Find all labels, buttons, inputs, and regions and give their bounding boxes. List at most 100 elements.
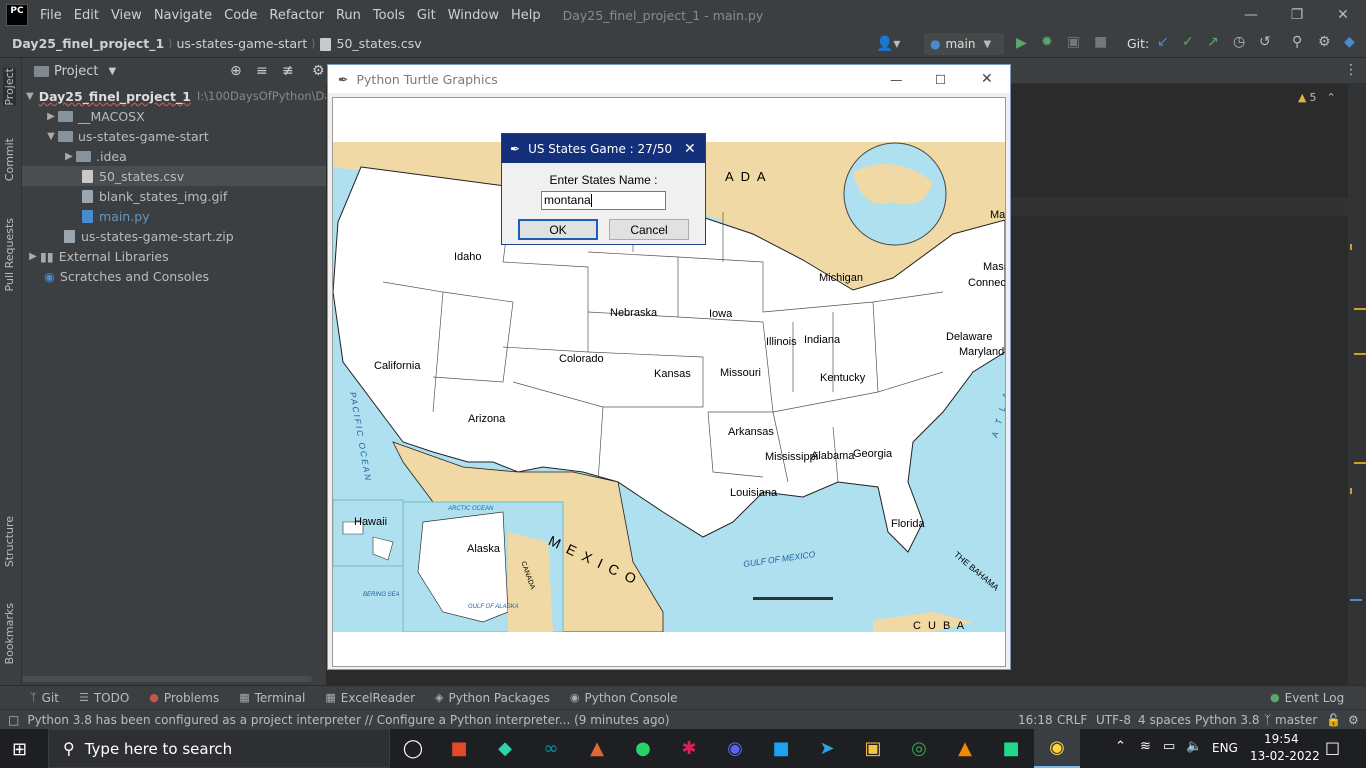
tree-item-blank-states-img[interactable]: blank_states_img.gif — [22, 186, 326, 206]
menu-view[interactable]: View — [105, 8, 148, 23]
tree-item-main-py[interactable]: main.py — [22, 206, 326, 226]
tab-terminal[interactable]: ▦ Terminal — [229, 691, 315, 705]
task-view-icon[interactable]: ◯ — [390, 729, 436, 768]
state-name-input[interactable]: montana — [541, 191, 666, 210]
battery-icon[interactable]: ▭ — [1163, 739, 1175, 754]
volume-icon[interactable]: 🔈 — [1186, 739, 1202, 754]
menu-refactor[interactable]: Refactor — [263, 8, 330, 23]
windows-start-icon[interactable]: ⊞ — [12, 739, 27, 760]
tree-item-scratches[interactable]: ◉ Scratches and Consoles — [22, 266, 326, 286]
warnings-indicator[interactable]: ▲ 5 ⌃ ⌄ — [1298, 91, 1355, 104]
python-taskbar-icon[interactable]: ◉ — [1034, 729, 1080, 768]
tree-item-external-libraries[interactable]: ▶ ▮▮ External Libraries — [22, 246, 326, 266]
chevron-right-icon[interactable]: ▶ — [26, 251, 40, 262]
lock-icon[interactable]: 🔓 — [1326, 713, 1341, 727]
status-square-icon[interactable]: □ — [8, 713, 19, 727]
tab-python-console[interactable]: ◉ Python Console — [560, 691, 688, 705]
file-explorer-icon[interactable]: ▣ — [850, 729, 896, 768]
tree-item-zip[interactable]: us-states-game-start.zip — [22, 226, 326, 246]
git-update-icon[interactable]: ↙ — [1157, 34, 1169, 50]
minimize-icon[interactable]: — — [890, 72, 903, 87]
pycharm-icon[interactable]: ■ — [988, 729, 1034, 768]
locate-icon[interactable]: ⊕ — [230, 63, 242, 79]
notification-icon[interactable]: □ — [1325, 738, 1340, 757]
chrome-icon[interactable]: ◎ — [896, 729, 942, 768]
matlab-icon[interactable]: ▲ — [574, 729, 620, 768]
indent-setting[interactable]: 4 spaces — [1138, 713, 1191, 727]
debug-icon[interactable]: ✹ — [1041, 34, 1053, 50]
app-icon[interactable]: ◆ — [482, 729, 528, 768]
python-interpreter[interactable]: Python 3.8 — [1195, 713, 1260, 727]
chevron-down-icon[interactable]: ▼ — [26, 91, 34, 102]
menu-file[interactable]: File — [34, 8, 68, 23]
tab-bookmarks[interactable]: Bookmarks — [3, 603, 16, 664]
breadcrumb-project[interactable]: Day25_finel_project_1 — [8, 36, 168, 51]
menu-run[interactable]: Run — [330, 8, 367, 23]
breadcrumb-folder[interactable]: us-states-game-start — [173, 36, 312, 51]
plugin-icon[interactable]: ◆ — [1344, 34, 1355, 50]
history-icon[interactable]: ◷ — [1233, 34, 1245, 50]
more-options-icon[interactable]: ⋮ — [1344, 62, 1358, 78]
whatsapp-icon[interactable]: ● — [620, 729, 666, 768]
language-indicator[interactable]: ENG — [1212, 741, 1238, 755]
rollback-icon[interactable]: ↺ — [1259, 34, 1271, 50]
tree-item-50-states-csv[interactable]: 50_states.csv — [22, 166, 326, 186]
tree-item-us-states-game-start[interactable]: ▼ us-states-game-start — [22, 126, 326, 146]
wifi-icon[interactable]: ≋ — [1140, 739, 1151, 754]
line-separator[interactable]: CRLF — [1057, 713, 1087, 727]
coverage-icon[interactable]: ▣ — [1067, 34, 1080, 50]
restore-icon[interactable]: ❐ — [1274, 0, 1320, 30]
menu-git[interactable]: Git — [411, 8, 442, 23]
search-icon[interactable]: ⚲ — [1292, 34, 1302, 50]
chevron-up-icon[interactable]: ⌃ — [1326, 91, 1335, 104]
close-icon[interactable]: ✕ — [684, 141, 696, 157]
tree-item-project-root[interactable]: ▼ Day25_finel_project_1 I:\100DaysOfPyth… — [22, 86, 346, 106]
git-branch[interactable]: ᛉ master — [1264, 713, 1317, 727]
telegram-icon[interactable]: ➤ — [804, 729, 850, 768]
menu-code[interactable]: Code — [218, 8, 263, 23]
arduino-icon[interactable]: ∞ — [528, 729, 574, 768]
git-push-icon[interactable]: ↗ — [1207, 34, 1219, 50]
tree-item-idea[interactable]: ▶ .idea — [22, 146, 326, 166]
event-log-button[interactable]: ● Event Log — [1260, 691, 1354, 705]
menu-help[interactable]: Help — [505, 8, 547, 23]
chevron-down-icon[interactable]: ▼ — [44, 131, 58, 142]
cancel-button[interactable]: Cancel — [609, 219, 689, 240]
settings-gear-icon[interactable]: ⚙ — [312, 63, 325, 79]
menu-edit[interactable]: Edit — [68, 8, 105, 23]
menu-navigate[interactable]: Navigate — [148, 8, 218, 23]
user-icon[interactable]: 👤▾ — [876, 30, 900, 58]
discord-icon[interactable]: ◉ — [712, 729, 758, 768]
minimize-icon[interactable]: — — [1228, 0, 1274, 30]
collapse-all-icon[interactable]: ≢ — [282, 63, 294, 79]
horizontal-scrollbar[interactable] — [22, 676, 312, 682]
tab-python-packages[interactable]: ◈ Python Packages — [425, 691, 560, 705]
tab-pull-requests[interactable]: Pull Requests — [3, 218, 16, 291]
breadcrumb-file[interactable]: 50_states.csv — [316, 36, 426, 51]
tab-project[interactable]: Project — [3, 68, 16, 106]
menu-window[interactable]: Window — [442, 8, 505, 23]
clock-date[interactable]: 13-02-2022 — [1250, 749, 1320, 763]
tab-commit[interactable]: Commit — [3, 138, 16, 181]
tree-item-macosx[interactable]: ▶ __MACOSX — [22, 106, 326, 126]
vlc-icon[interactable]: ▲ — [942, 729, 988, 768]
tab-todo[interactable]: ☰ TODO — [69, 691, 139, 705]
clock-time[interactable]: 19:54 — [1264, 732, 1299, 746]
twitter-icon[interactable]: ■ — [758, 729, 804, 768]
run-icon[interactable]: ▶ — [1016, 35, 1027, 51]
menu-tools[interactable]: Tools — [367, 8, 411, 23]
project-panel-title[interactable]: Project — [54, 64, 98, 79]
status-message[interactable]: Python 3.8 has been configured as a proj… — [27, 713, 669, 727]
chevron-down-icon[interactable]: ▼ — [108, 66, 116, 77]
tab-git[interactable]: ᛉ Git — [20, 691, 69, 705]
caret-position[interactable]: 16:18 — [1018, 713, 1053, 727]
maximize-icon[interactable]: ☐ — [935, 72, 946, 87]
run-config-selector[interactable]: ● main ▼ — [924, 33, 1004, 55]
office-icon[interactable]: ■ — [436, 729, 482, 768]
tab-excelreader[interactable]: ▦ ExcelReader — [315, 691, 425, 705]
memory-icon[interactable]: ⚙ — [1348, 713, 1359, 727]
chevron-up-icon[interactable]: ⌃ — [1115, 739, 1126, 754]
settings-gear-icon[interactable]: ⚙ — [1318, 34, 1331, 50]
git-commit-icon[interactable]: ✓ — [1182, 34, 1194, 50]
tab-structure[interactable]: Structure — [3, 516, 16, 567]
